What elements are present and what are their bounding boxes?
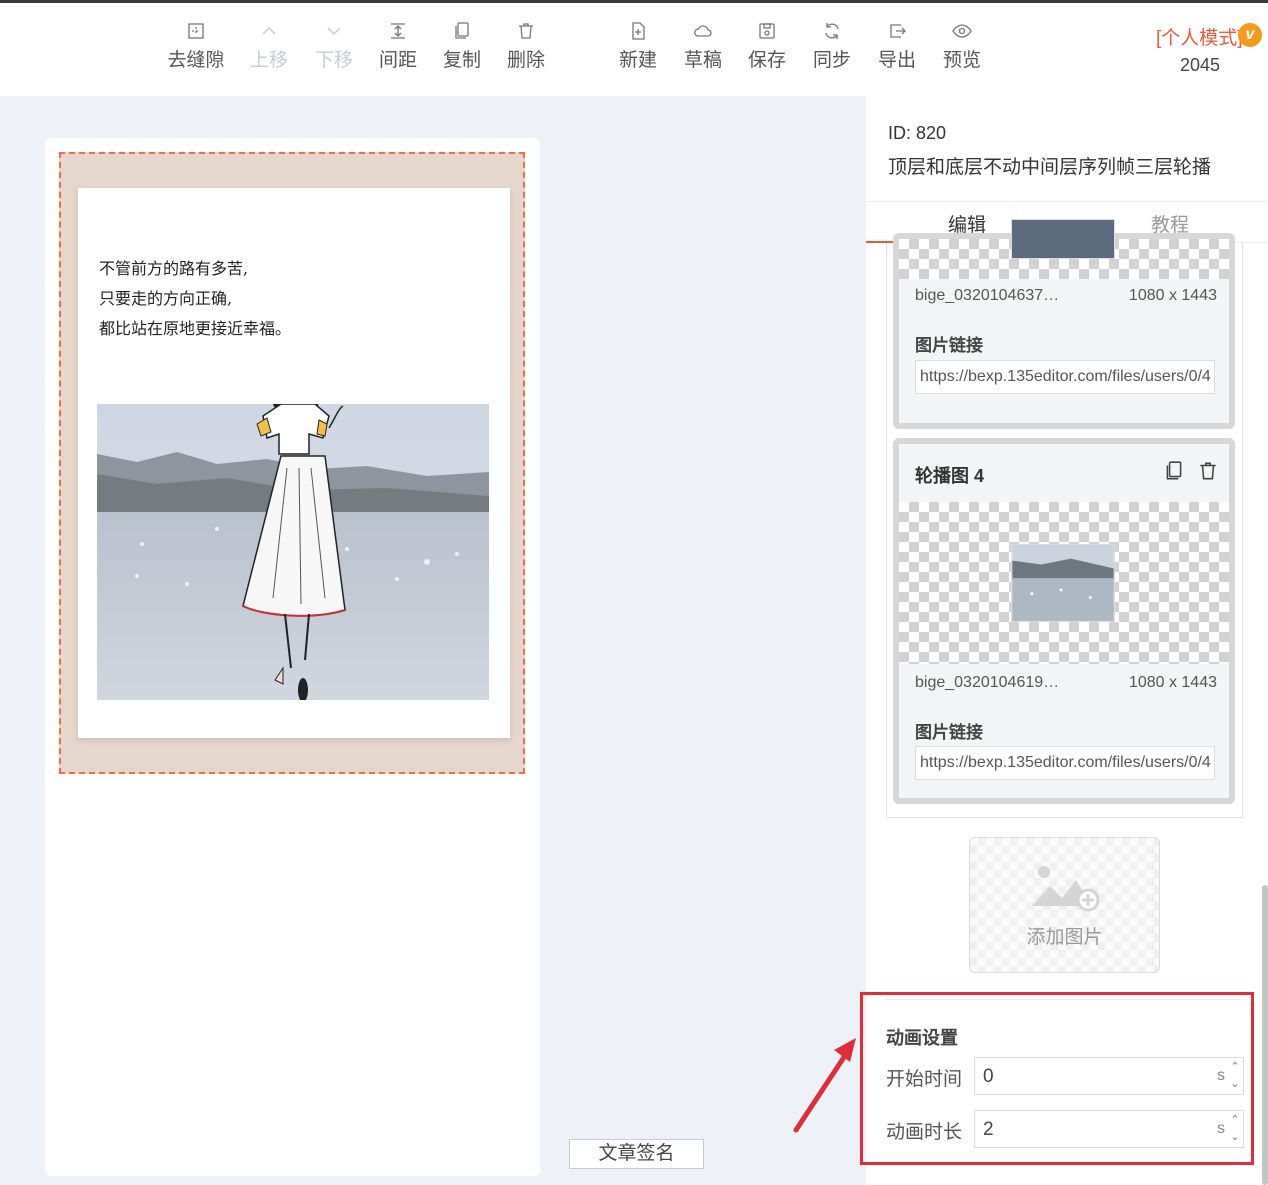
spacing-button[interactable]: 间距 xyxy=(366,21,430,72)
add-image-label: 添加图片 xyxy=(1026,927,1103,948)
panel-scrollbar[interactable] xyxy=(1262,885,1268,1185)
new-file-icon xyxy=(632,22,645,40)
template-name: 顶层和底层不动中间层序列帧三层轮播 xyxy=(888,157,1212,178)
save-button[interactable]: 保存 xyxy=(735,21,799,72)
personal-mode-link[interactable]: [个人模式] xyxy=(1156,23,1243,50)
remove-gap-label: 去缝隙 xyxy=(167,50,225,71)
remove-gap-button[interactable]: 去缝隙 xyxy=(164,21,228,72)
add-image-button[interactable]: 添加图片 xyxy=(969,837,1160,973)
preview-button[interactable]: 预览 xyxy=(930,21,994,72)
cloud-icon xyxy=(694,25,712,37)
poem-line-3: 都比站在原地更接近幸福。 xyxy=(99,319,292,338)
move-down-button[interactable]: 下移 xyxy=(302,21,366,72)
slide-3-link-label: 图片链接 xyxy=(915,336,983,355)
poem-line-1: 不管前方的路有多苦, xyxy=(99,259,249,278)
poem-line-2: 只要走的方向正确, xyxy=(99,289,233,308)
new-label: 新建 xyxy=(618,50,657,71)
slide-4-title: 轮播图 4 xyxy=(915,466,985,486)
slide-3-link-input[interactable]: https://bexp.135editor.com/files/users/0… xyxy=(915,360,1215,394)
gap-icon xyxy=(188,23,204,39)
slide-list[interactable]: bige_0320104637… 1080 x 1443 图片链接 https:… xyxy=(886,219,1243,818)
move-up-button[interactable]: 上移 xyxy=(237,21,301,72)
new-button[interactable]: 新建 xyxy=(606,21,670,72)
vip-badge-icon: v xyxy=(1238,23,1262,47)
credit-count: 2045 xyxy=(1180,55,1221,75)
article-signature-button[interactable]: 文章签名 xyxy=(569,1139,704,1169)
toolbar: 去缝隙 上移 下移 间距 复制 删除 新建 草稿 保存 同步 导出 预览 [个人… xyxy=(0,3,1268,96)
move-up-label: 上移 xyxy=(249,50,288,71)
sync-button[interactable]: 同步 xyxy=(800,21,864,72)
slide-4-size: 1080 x 1443 xyxy=(1128,674,1217,691)
trash-icon xyxy=(519,23,533,39)
sync-icon xyxy=(825,23,839,39)
copy-button[interactable]: 复制 xyxy=(430,21,494,72)
template-id: ID: 820 xyxy=(888,123,947,143)
draft-button[interactable]: 草稿 xyxy=(671,21,735,72)
delete-label: 删除 xyxy=(506,50,545,71)
spacing-label: 间距 xyxy=(378,50,417,71)
save-icon xyxy=(759,23,775,39)
sync-label: 同步 xyxy=(812,50,851,71)
lake-girl-illustration[interactable] xyxy=(97,404,489,700)
slide-3-preview[interactable] xyxy=(899,219,1229,279)
export-icon xyxy=(890,24,906,38)
slide-4-link-input[interactable]: https://bexp.135editor.com/files/users/0… xyxy=(915,746,1215,780)
preview-label: 预览 xyxy=(942,50,981,71)
eye-icon xyxy=(952,24,972,38)
slide-3-thumbnail xyxy=(1011,219,1115,259)
copy-icon[interactable] xyxy=(1163,460,1185,482)
add-image-icon xyxy=(1032,866,1100,912)
slide-4-thumbnail xyxy=(1011,544,1115,622)
slide-card-3: bige_0320104637… 1080 x 1443 图片链接 https:… xyxy=(893,219,1235,429)
save-label: 保存 xyxy=(747,50,786,71)
slide-4-link-label: 图片链接 xyxy=(915,723,983,742)
copy-icon xyxy=(455,22,469,39)
selected-template-block[interactable]: 不管前方的路有多苦, 只要走的方向正确, 都比站在原地更接近幸福。 xyxy=(59,152,525,774)
trash-icon[interactable] xyxy=(1197,460,1219,482)
copy-label: 复制 xyxy=(442,50,481,71)
chevron-down-icon xyxy=(327,27,341,36)
highlight-annotation-box xyxy=(860,992,1254,1165)
move-down-label: 下移 xyxy=(314,50,353,71)
slide-card-4: 轮播图 4 bige_0320104619… 1080 x 1443 图片链接 … xyxy=(893,438,1235,804)
spacing-icon xyxy=(391,23,405,39)
slide-4-filename: bige_0320104619… xyxy=(915,674,1060,691)
delete-button[interactable]: 删除 xyxy=(494,21,558,72)
export-label: 导出 xyxy=(877,50,916,71)
poem-text[interactable]: 不管前方的路有多苦, 只要走的方向正确, 都比站在原地更接近幸福。 xyxy=(99,254,291,344)
annotation-arrow-icon xyxy=(793,1038,856,1133)
slide-3-filename: bige_0320104637… xyxy=(915,287,1060,304)
draft-label: 草稿 xyxy=(683,50,722,71)
export-button[interactable]: 导出 xyxy=(865,21,929,72)
slide-4-preview[interactable] xyxy=(899,502,1229,664)
template-photo-frame: 不管前方的路有多苦, 只要走的方向正确, 都比站在原地更接近幸福。 xyxy=(78,188,510,738)
slide-3-size: 1080 x 1443 xyxy=(1128,287,1217,304)
chevron-up-icon xyxy=(262,26,276,35)
